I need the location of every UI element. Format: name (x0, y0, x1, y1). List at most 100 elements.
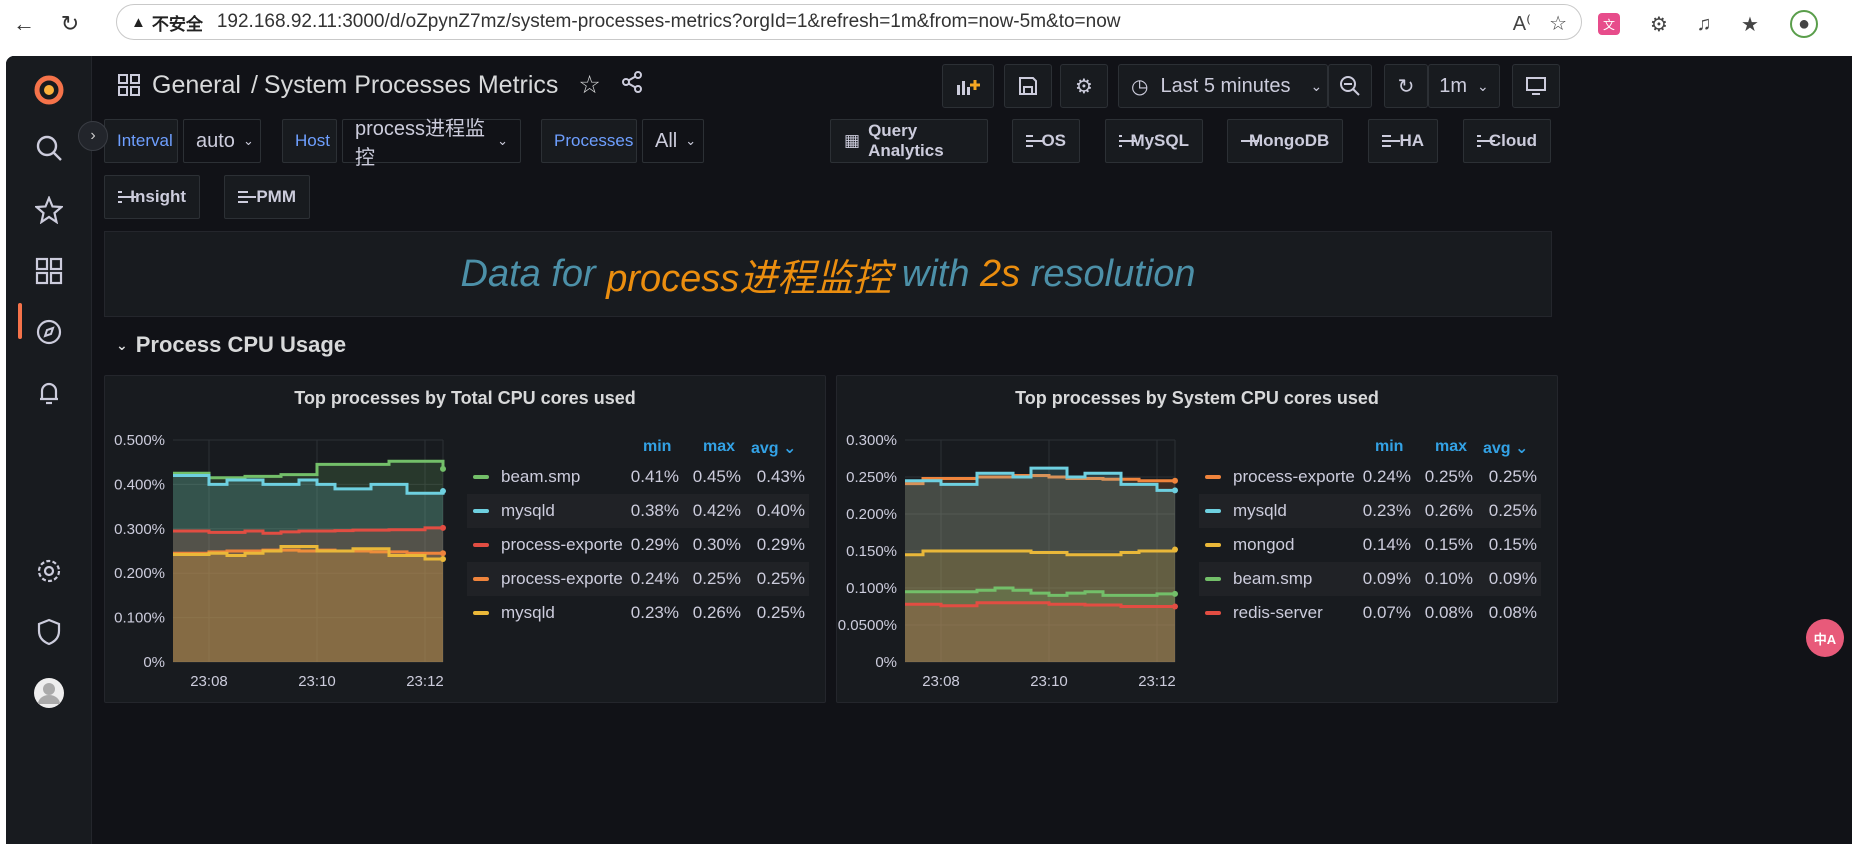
dashboard-settings-gear-icon[interactable]: ⚙ (1060, 64, 1108, 108)
save-dashboard-icon[interactable] (1004, 64, 1052, 108)
starred-icon[interactable] (31, 192, 67, 228)
link-os[interactable]: OS (1012, 119, 1080, 163)
legend-item[interactable]: process-exporte 0.24% 0.25% 0.25% (467, 562, 809, 596)
extensions-icon[interactable]: ⚙ (1645, 10, 1673, 38)
favorites-icon[interactable]: ★ (1736, 10, 1764, 38)
legend-swatch (1205, 509, 1221, 513)
legend-swatch (473, 543, 489, 547)
series-end-point (1172, 590, 1178, 597)
read-aloud-icon[interactable]: A⁽ (1513, 11, 1531, 36)
legend-item[interactable]: beam.smp 0.41% 0.45% 0.43% (467, 460, 809, 494)
legend-series-name[interactable]: mysqld (1233, 501, 1287, 521)
translate-extension-icon[interactable]: 文 (1598, 13, 1620, 35)
zoom-out-icon[interactable] (1328, 64, 1372, 108)
link-insight[interactable]: Insight (104, 175, 200, 219)
page-title[interactable]: System Processes Metrics (264, 71, 559, 100)
host-select[interactable]: process进程监控 ⌄ (342, 118, 521, 169)
configuration-gear-icon[interactable] (31, 553, 67, 589)
legend-item[interactable]: mysqld 0.23% 0.26% 0.25% (467, 596, 809, 630)
legend-col-avg[interactable]: avg ⌄ (1483, 438, 1528, 458)
legend-col-min[interactable]: min (643, 438, 671, 456)
legend-avg-value: 0.08% (1488, 603, 1537, 622)
legend-series-name[interactable]: redis-server (1233, 603, 1323, 623)
share-icon[interactable] (621, 70, 643, 100)
legend-series-name[interactable]: mysqld (501, 501, 555, 521)
variable-label-processes: Processes (541, 119, 637, 163)
url-text[interactable]: 192.168.92.11:3000/d/oZpynZ7mz/system-pr… (217, 11, 1121, 33)
dashboards-icon[interactable] (31, 253, 67, 289)
legend-col-max[interactable]: max (1435, 438, 1467, 456)
refresh-interval-picker[interactable]: 1m ⌄ (1428, 64, 1500, 108)
legend-item[interactable]: mongod 0.14% 0.15% 0.15% (1199, 528, 1541, 562)
chevron-down-icon: ⌄ (685, 133, 697, 148)
legend-swatch (473, 577, 489, 581)
user-avatar[interactable] (31, 675, 67, 711)
legend-max-value: 0.25% (692, 569, 741, 588)
variable-label-interval: Interval (104, 119, 178, 163)
x-tick-label: 23:10 (298, 673, 336, 690)
translate-floating-icon[interactable]: 中A (1806, 619, 1844, 657)
legend-avg-value: 0.25% (1488, 501, 1537, 520)
y-tick-label: 0.300% (114, 521, 165, 538)
profile-icon[interactable]: ● (1790, 10, 1818, 38)
legend-item[interactable]: process-exporte 0.24% 0.25% 0.25% (1199, 460, 1541, 494)
media-icon[interactable]: ♫ (1690, 10, 1718, 38)
x-tick-label: 23:08 (922, 673, 960, 690)
interval-select[interactable]: auto ⌄ (183, 119, 261, 163)
add-panel-icon[interactable] (942, 64, 994, 108)
x-tick-label: 23:10 (1030, 673, 1068, 690)
legend-min-value: 0.38% (630, 501, 679, 520)
panel-system-cpu[interactable]: Top processes by System CPU cores used 0… (836, 375, 1558, 703)
panel-total-cpu[interactable]: Top processes by Total CPU cores used 0%… (104, 375, 826, 703)
favorite-star-icon[interactable]: ☆ (1549, 11, 1567, 36)
processes-select[interactable]: All ⌄ (642, 119, 704, 163)
tv-mode-icon[interactable] (1512, 64, 1560, 108)
legend-series-name[interactable]: beam.smp (1233, 569, 1312, 589)
link-mongodb[interactable]: MongoDB (1227, 119, 1343, 163)
link-mysql[interactable]: MySQL (1105, 119, 1203, 163)
legend-col-avg[interactable]: avg ⌄ (751, 438, 796, 458)
legend-item[interactable]: beam.smp 0.09% 0.10% 0.09% (1199, 562, 1541, 596)
legend-series-name[interactable]: process-exporte (501, 569, 623, 589)
link-cloud[interactable]: Cloud (1463, 119, 1551, 163)
link-ha[interactable]: HA (1368, 119, 1438, 163)
search-icon[interactable] (31, 130, 67, 166)
address-bar[interactable]: ▲ 不安全 192.168.92.11:3000/d/oZpynZ7mz/sys… (116, 4, 1582, 40)
series-end-point (1172, 477, 1178, 484)
refresh-icon[interactable]: ↻ (1384, 64, 1428, 108)
legend-col-max[interactable]: max (703, 438, 735, 456)
legend-col-min[interactable]: min (1375, 438, 1403, 456)
link-pmm[interactable]: PMM (224, 175, 310, 219)
legend-series-name[interactable]: mongod (1233, 535, 1294, 555)
legend-series-name[interactable]: process-exporte (1233, 467, 1355, 487)
legend-series-name[interactable]: mysqld (501, 603, 555, 623)
time-picker[interactable]: ◷ Last 5 minutes ⌄ (1118, 64, 1328, 108)
legend-min-value: 0.24% (1362, 467, 1411, 486)
expand-nav-chevron-icon[interactable]: › (78, 121, 108, 151)
series-area (173, 546, 443, 662)
legend-item[interactable]: mysqld 0.23% 0.26% 0.25% (1199, 494, 1541, 528)
x-tick-label: 23:08 (190, 673, 228, 690)
legend-item[interactable]: mysqld 0.38% 0.42% 0.40% (467, 494, 809, 528)
explore-compass-icon[interactable] (31, 314, 67, 350)
row-header-process-cpu[interactable]: ⌄ Process CPU Usage (116, 332, 346, 358)
legend-max-value: 0.08% (1424, 603, 1473, 622)
reload-icon[interactable]: ↻ (56, 10, 84, 38)
breadcrumb-folder[interactable]: General (152, 71, 241, 100)
link-query-analytics[interactable]: ▦ Query Analytics (830, 119, 988, 163)
insecure-label: 不安全 (151, 14, 203, 34)
server-admin-shield-icon[interactable] (31, 614, 67, 650)
alerting-bell-icon[interactable] (31, 375, 67, 411)
dashboard-main: General / System Processes Metrics ☆ ⚙ ◷… (104, 56, 1852, 844)
legend-series-name[interactable]: process-exporte (501, 535, 623, 555)
legend-min-value: 0.09% (1362, 569, 1411, 588)
legend-item[interactable]: redis-server 0.07% 0.08% 0.08% (1199, 596, 1541, 630)
legend-max-value: 0.45% (692, 467, 741, 486)
legend-series-name[interactable]: beam.smp (501, 467, 580, 487)
chevron-down-icon: ⌄ (242, 133, 254, 148)
back-icon[interactable]: ← (10, 10, 38, 38)
grafana-logo-icon[interactable] (31, 72, 67, 108)
mark-favorite-star-icon[interactable]: ☆ (578, 70, 600, 100)
menu-icon (238, 191, 257, 203)
legend-item[interactable]: process-exporte 0.29% 0.30% 0.29% (467, 528, 809, 562)
